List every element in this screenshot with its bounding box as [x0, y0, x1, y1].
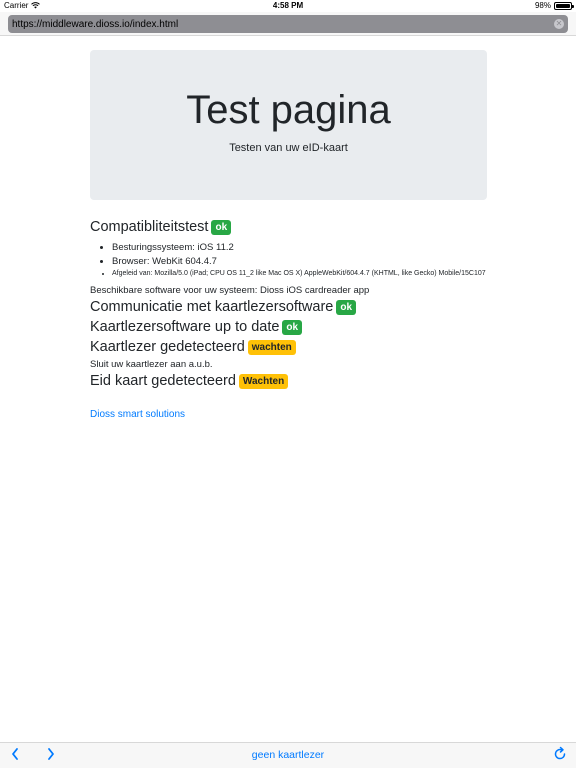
clock: 4:58 PM [272, 1, 304, 10]
address-bar[interactable]: https://middleware.dioss.io/index.html ✕ [8, 15, 568, 33]
communicatie-heading: Communicatie met kaartlezersoftware [90, 299, 334, 315]
clear-icon[interactable]: ✕ [554, 19, 564, 29]
page-title: Test pagina [186, 88, 391, 132]
uptodate-status-badge: ok [282, 319, 303, 335]
compat-info-list: Besturingssysteem: iOS 11.2 Browser: Web… [90, 241, 487, 279]
bottom-toolbar: geen kaartlezer [0, 742, 576, 768]
battery-percent: 98% [534, 1, 551, 10]
page-content: Test pagina Testen van uw eID-kaart Comp… [90, 50, 487, 420]
communicatie-status-badge: ok [336, 299, 357, 315]
kaartlezer-hint: Sluit uw kaartlezer aan a.u.b. [90, 359, 213, 370]
toolbar-status-button[interactable]: geen kaartlezer [0, 749, 576, 761]
jumbotron: Test pagina Testen van uw eID-kaart [90, 50, 487, 200]
kaartlezer-status-badge: wachten [247, 339, 296, 355]
list-item-os: Besturingssysteem: iOS 11.2 [112, 241, 487, 254]
reload-button[interactable] [552, 746, 568, 767]
browser-chrome: https://middleware.dioss.io/index.html ✕ [0, 12, 576, 36]
page-subtitle: Testen van uw eID-kaart [229, 142, 348, 154]
compat-heading-row: Compatibliteitstest ok [90, 219, 487, 235]
kaartlezer-heading-row: Kaartlezer gedetecteerd wachten [90, 339, 487, 355]
uptodate-heading-row: Kaartlezersoftware up to date ok [90, 319, 487, 335]
reload-icon [554, 746, 566, 760]
uptodate-heading: Kaartlezersoftware up to date [90, 319, 280, 335]
list-item-browser: Browser: WebKit 604.4.7 [112, 255, 487, 268]
eid-heading-row: Eid kaart gedetecteerd Wachten [90, 373, 487, 389]
kaartlezer-heading: Kaartlezer gedetecteerd [90, 339, 245, 355]
list-item-useragent: Afgeleid van: Mozilla/5.0 (iPad; CPU OS … [112, 269, 487, 279]
communicatie-heading-row: Communicatie met kaartlezersoftware ok [90, 299, 487, 315]
battery-fill [556, 3, 570, 8]
software-text: Beschikbare software voor uw systeem: Di… [90, 285, 370, 296]
compat-status-badge: ok [211, 219, 232, 235]
eid-heading: Eid kaart gedetecteerd [90, 373, 236, 389]
status-bar: Carrier 4:58 PM 98% [0, 0, 576, 12]
dioss-link[interactable]: Dioss smart solutions [90, 409, 487, 420]
eid-status-badge: Wachten [238, 373, 289, 389]
url-text[interactable]: https://middleware.dioss.io/index.html [12, 19, 554, 30]
battery-group: 98% [534, 1, 574, 10]
battery-icon [554, 1, 574, 10]
compat-heading: Compatibliteitstest [90, 219, 209, 235]
